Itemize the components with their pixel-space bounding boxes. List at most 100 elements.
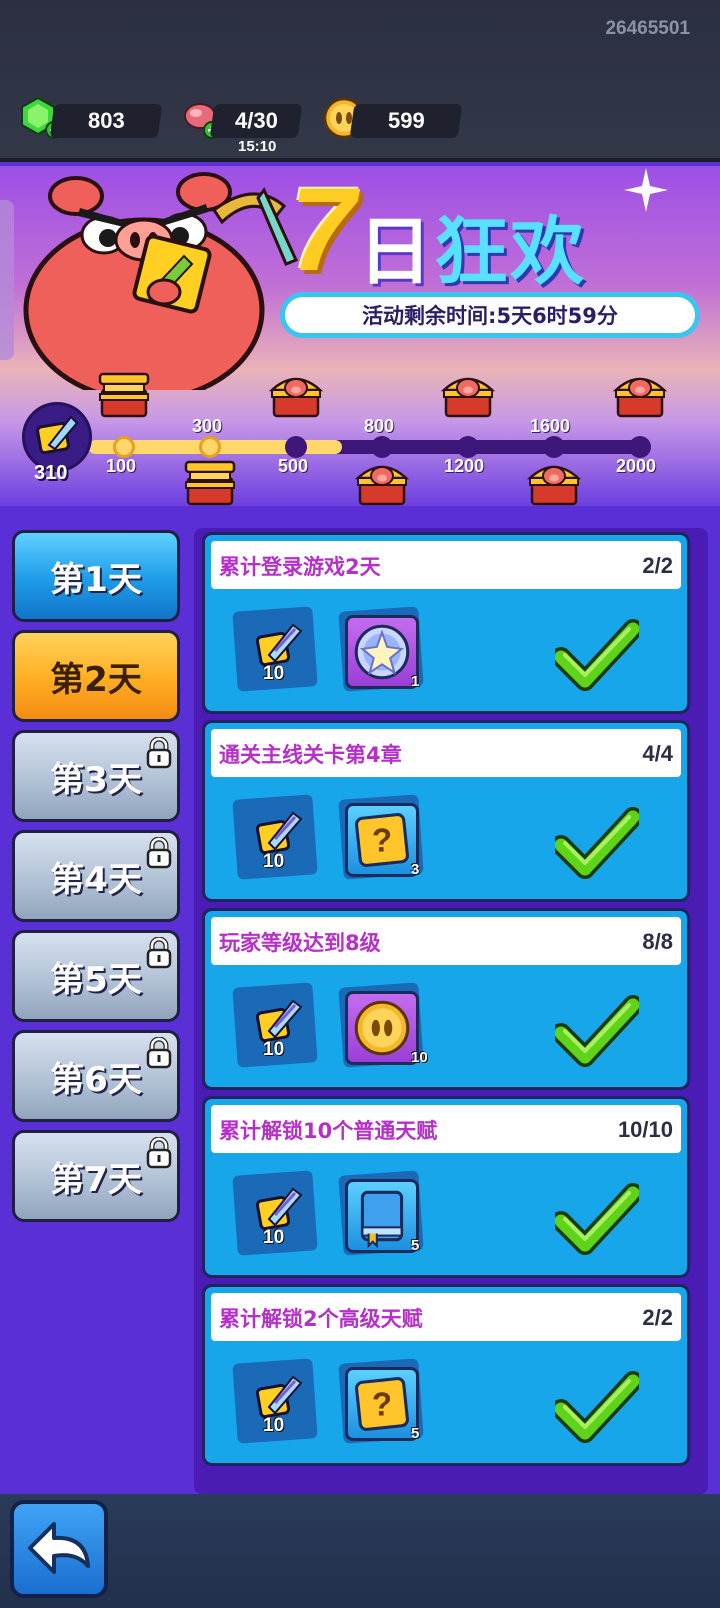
day-tab-7[interactable]: 第7天 (12, 1130, 180, 1222)
day-tab-label: 第6天 (50, 1059, 142, 1100)
event-title-carnival: 狂欢 (434, 209, 586, 295)
task-header: 玩家等级达到8级 8/8 (211, 917, 681, 965)
energy-counter[interactable]: 4/30 (209, 104, 303, 138)
side-handle[interactable] (0, 200, 14, 360)
current-points: 310 (34, 462, 68, 484)
task-card: 累计解锁2个高级天赋 2/2 10? 5 (202, 1284, 690, 1466)
coin-icon (354, 1000, 410, 1056)
back-button[interactable] (10, 1500, 108, 1598)
opened-chest-icon[interactable] (96, 368, 152, 420)
milestone-label: 300 (192, 416, 223, 436)
user-id: 26465501 (605, 18, 690, 39)
task-list: 累计登录游戏2天 2/2 10 1 通关主线关卡第4章 4/4 10? 3 玩家等级达到8级 8/… (194, 528, 708, 1494)
milestone-label: 1600 (530, 416, 571, 436)
reward-count: 10 (263, 1227, 285, 1248)
task-header: 累计解锁10个普通天赋 10/10 (211, 1105, 681, 1153)
reward-count: 3 (411, 861, 420, 878)
task-title: 累计解锁10个普通天赋 (219, 1119, 438, 1143)
task-title: 累计登录游戏2天 (219, 555, 381, 579)
book-icon (360, 1190, 404, 1249)
pig-chest-icon[interactable] (268, 368, 324, 420)
reward-count: 10 (263, 1415, 285, 1436)
day-tab-6[interactable]: 第6天 (12, 1030, 180, 1122)
milestone-node (543, 436, 565, 458)
mystery-box-icon: ? (355, 1377, 409, 1431)
lock-icon (146, 737, 172, 769)
star-gem-icon (354, 624, 410, 680)
milestone-node (371, 436, 393, 458)
lock-icon (146, 937, 172, 969)
task-header: 通关主线关卡第4章 4/4 (211, 729, 681, 777)
day-tab-label: 第7天 (50, 1159, 142, 1200)
lock-icon (146, 837, 172, 869)
reward-item[interactable]: ? (345, 803, 419, 877)
task-card: 累计解锁10个普通天赋 10/10 10 5 (202, 1096, 690, 1278)
reward-item[interactable] (345, 615, 419, 689)
task-title: 累计解锁2个高级天赋 (219, 1307, 423, 1331)
day-tab-label: 第1天 (50, 559, 142, 600)
day-tab-2[interactable]: 第2天 (12, 630, 180, 722)
pig-chest-icon[interactable] (612, 368, 668, 420)
milestone-node (457, 436, 479, 458)
reward-count: 5 (411, 1237, 420, 1254)
points-blade-icon (36, 415, 79, 455)
reward-count: 1 (411, 673, 420, 690)
task-progress: 8/8 (642, 929, 673, 954)
task-progress: 2/2 (642, 1305, 673, 1330)
reward-item[interactable] (345, 1179, 419, 1253)
task-progress: 10/10 (617, 1117, 673, 1142)
reward-count: 5 (411, 1425, 420, 1442)
energy-count: 4/30 (234, 108, 278, 133)
milestone-node (199, 436, 221, 458)
day-tab-1[interactable]: 第1天 (12, 530, 180, 622)
reward-count: 10 (263, 1039, 285, 1060)
milestone-node (285, 436, 307, 458)
check-icon (555, 807, 639, 879)
event-title-number: 7 (290, 164, 356, 296)
bottom-bar (0, 1494, 720, 1608)
day-tab-label: 第5天 (50, 959, 142, 1000)
task-card: 玩家等级达到8级 8/8 10 10 (202, 908, 690, 1090)
milestone-label: 1200 (444, 456, 485, 476)
day-tab-label: 第4天 (50, 859, 142, 900)
pig-mascot-icon (23, 172, 299, 390)
day-tab-5[interactable]: 第5天 (12, 930, 180, 1022)
gem-count: 803 (87, 108, 125, 133)
mystery-box-icon: ? (355, 813, 409, 867)
task-title: 玩家等级达到8级 (219, 931, 381, 955)
reward-count: 10 (411, 1049, 428, 1066)
reward-count: 10 (263, 851, 285, 872)
milestone-label: 800 (364, 416, 395, 436)
gem-counter[interactable]: 803 (49, 104, 163, 138)
milestone-label: 100 (106, 456, 137, 476)
lock-icon (146, 1037, 172, 1069)
event-title-day: 日 (358, 209, 434, 295)
pig-chest-icon[interactable] (526, 456, 582, 508)
reward-item[interactable]: ? (345, 1367, 419, 1441)
milestone-label: 2000 (616, 456, 657, 476)
task-progress: 2/2 (642, 553, 673, 578)
opened-chest-icon[interactable] (182, 456, 238, 508)
task-title: 通关主线关卡第4章 (219, 743, 402, 767)
task-header: 累计登录游戏2天 2/2 (211, 541, 681, 589)
svg-text:?: ? (372, 821, 392, 858)
check-icon (555, 619, 639, 691)
milestone-node (113, 436, 135, 458)
task-header: 累计解锁2个高级天赋 2/2 (211, 1293, 681, 1341)
svg-text:?: ? (372, 1385, 392, 1422)
lock-icon (146, 1137, 172, 1169)
pig-chest-icon[interactable] (354, 456, 410, 508)
check-icon (555, 995, 639, 1067)
check-icon (555, 1371, 639, 1443)
event-title: 日狂欢 (358, 192, 586, 299)
pig-chest-icon[interactable] (440, 368, 496, 420)
day-tab-3[interactable]: 第3天 (12, 730, 180, 822)
day-tab-label: 第2天 (50, 659, 142, 700)
day-tab-4[interactable]: 第4天 (12, 830, 180, 922)
reward-item[interactable] (345, 991, 419, 1065)
milestone-label: 500 (278, 456, 309, 476)
energy-timer: 15:10 (238, 138, 277, 155)
task-card: 累计登录游戏2天 2/2 10 1 (202, 532, 690, 714)
coin-counter[interactable]: 599 (349, 104, 463, 138)
sparkle-icon (624, 168, 668, 212)
